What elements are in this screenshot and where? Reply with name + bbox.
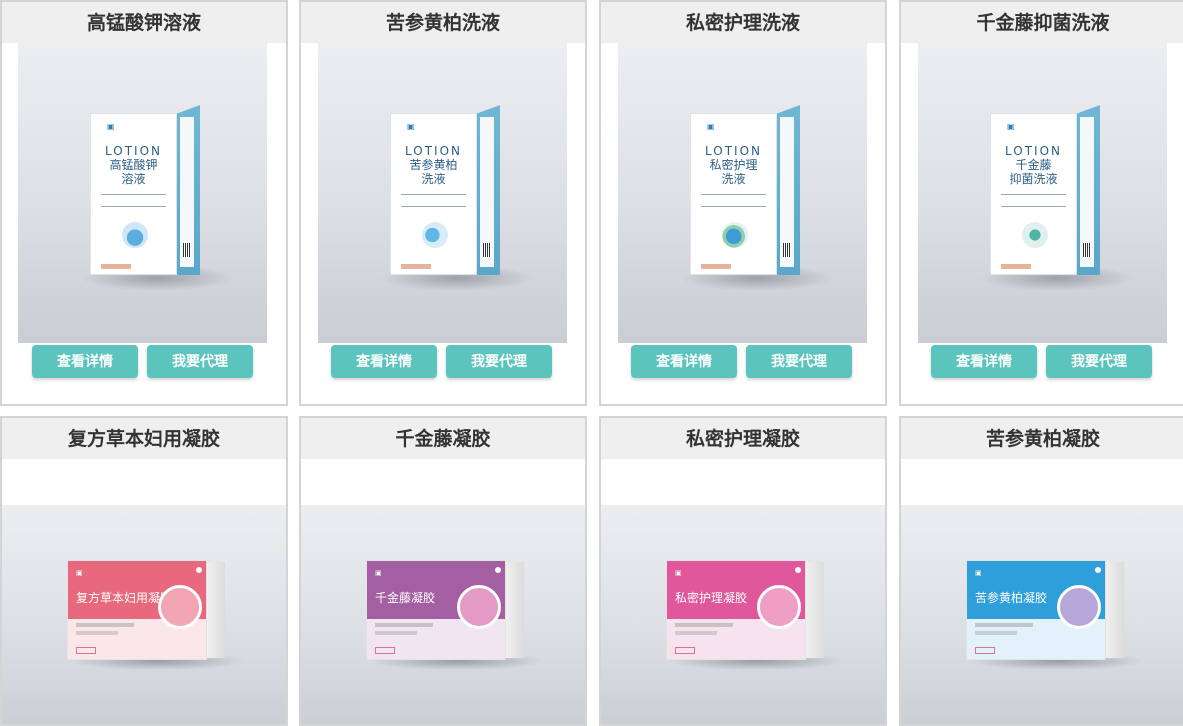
brand-logo-icon: ▣ bbox=[1007, 122, 1015, 131]
product-card-6: 千金藤凝胶 ▣ 千金藤凝胶 bbox=[299, 416, 587, 726]
product-card-4: 千金藤抑菌洗液 ▣ LOTION 千金藤 抑菌洗液 查看详情 我要代理 bbox=[899, 0, 1183, 406]
product-image[interactable]: ▣ 私密护理凝胶 bbox=[601, 505, 885, 724]
become-agent-button[interactable]: 我要代理 bbox=[746, 345, 852, 378]
barcode-icon bbox=[183, 243, 191, 257]
gel-box: ▣ 苦参黄柏凝胶 bbox=[966, 560, 1142, 670]
box-name-line2: 洗液 bbox=[421, 172, 446, 186]
product-image[interactable]: ▣ LOTION 苦参黄柏 洗液 bbox=[318, 43, 567, 343]
card-title: 千金藤凝胶 bbox=[301, 418, 585, 459]
product-image[interactable]: ▣ 复方草本妇用凝胶 bbox=[2, 505, 286, 724]
brand-logo-icon: ▣ bbox=[76, 569, 83, 577]
card-title: 苦参黄柏凝胶 bbox=[901, 418, 1183, 459]
box-name-line1: 苦参黄柏 bbox=[409, 158, 458, 172]
box-word: LOTION bbox=[705, 144, 762, 158]
card-title: 苦参黄柏洗液 bbox=[301, 2, 585, 43]
box-name: 私密护理凝胶 bbox=[675, 591, 748, 605]
box-word: LOTION bbox=[1005, 144, 1062, 158]
gel-box: ▣ 千金藤凝胶 bbox=[366, 560, 542, 670]
product-image[interactable]: ▣ 苦参黄柏凝胶 bbox=[901, 505, 1183, 724]
product-card-5: 复方草本妇用凝胶 ▣ 复方草本妇用凝胶 bbox=[0, 416, 288, 726]
brand-logo-icon: ▣ bbox=[707, 122, 715, 131]
brand-logo-icon: ▣ bbox=[975, 569, 982, 577]
box-name-line2: 溶液 bbox=[121, 172, 146, 186]
become-agent-button[interactable]: 我要代理 bbox=[1046, 345, 1152, 378]
box-name-line2: 抑菌洗液 bbox=[1009, 172, 1058, 186]
figure-icon bbox=[1022, 222, 1048, 248]
become-agent-button[interactable]: 我要代理 bbox=[147, 345, 253, 378]
product-image[interactable]: ▣ LOTION 私密护理 洗液 bbox=[618, 43, 867, 343]
product-card-3: 私密护理洗液 ▣ LOTION 私密护理 洗液 查看详情 我要代理 bbox=[599, 0, 887, 406]
product-image[interactable]: ▣ LOTION 千金藤 抑菌洗液 bbox=[918, 43, 1167, 343]
leaf-icon bbox=[422, 222, 448, 248]
box-word: LOTION bbox=[105, 144, 162, 158]
lotion-box: ▣ LOTION 千金藤 抑菌洗液 bbox=[990, 105, 1100, 275]
box-name-line1: 千金藤 bbox=[1015, 158, 1052, 172]
product-card-2: 苦参黄柏洗液 ▣ LOTION 苦参黄柏 洗液 查看详情 我要代理 bbox=[299, 0, 587, 406]
product-image[interactable]: ▣ 千金藤凝胶 bbox=[301, 505, 585, 724]
brand-logo-icon: ▣ bbox=[407, 122, 415, 131]
card-title: 高锰酸钾溶液 bbox=[2, 2, 286, 43]
brand-logo-icon: ▣ bbox=[675, 569, 682, 577]
barcode-icon bbox=[783, 243, 791, 257]
view-details-button[interactable]: 查看详情 bbox=[931, 345, 1037, 378]
water-drop-icon bbox=[122, 222, 148, 248]
figure-icon bbox=[722, 222, 748, 248]
lotion-box: ▣ LOTION 苦参黄柏 洗液 bbox=[390, 105, 500, 275]
woman-silhouette-icon bbox=[158, 585, 202, 629]
brand-logo-icon: ▣ bbox=[375, 569, 382, 577]
box-name-line1: 高锰酸钾 bbox=[109, 158, 158, 172]
product-card-8: 苦参黄柏凝胶 ▣ 苦参黄柏凝胶 bbox=[899, 416, 1183, 726]
barcode-icon bbox=[483, 243, 491, 257]
gel-box: ▣ 复方草本妇用凝胶 bbox=[67, 560, 243, 670]
woman-silhouette-icon bbox=[757, 585, 801, 629]
card-title: 私密护理凝胶 bbox=[601, 418, 885, 459]
barcode-icon bbox=[1083, 243, 1091, 257]
card-title: 复方草本妇用凝胶 bbox=[2, 418, 286, 459]
woman-silhouette-icon bbox=[1057, 585, 1101, 629]
box-word: LOTION bbox=[405, 144, 462, 158]
product-card-1: 高锰酸钾溶液 ▣ LOTION 高锰酸钾 溶液 查看详情 我要代理 bbox=[0, 0, 288, 406]
brand-logo-icon: ▣ bbox=[107, 122, 115, 131]
woman-silhouette-icon bbox=[457, 585, 501, 629]
lotion-box: ▣ LOTION 私密护理 洗液 bbox=[690, 105, 800, 275]
box-name: 千金藤凝胶 bbox=[375, 591, 436, 605]
view-details-button[interactable]: 查看详情 bbox=[32, 345, 138, 378]
view-details-button[interactable]: 查看详情 bbox=[631, 345, 737, 378]
product-image[interactable]: ▣ LOTION 高锰酸钾 溶液 bbox=[18, 43, 267, 343]
card-title: 私密护理洗液 bbox=[601, 2, 885, 43]
lotion-box: ▣ LOTION 高锰酸钾 溶液 bbox=[90, 105, 200, 275]
product-card-7: 私密护理凝胶 ▣ 私密护理凝胶 bbox=[599, 416, 887, 726]
gel-box: ▣ 私密护理凝胶 bbox=[666, 560, 842, 670]
become-agent-button[interactable]: 我要代理 bbox=[446, 345, 552, 378]
card-title: 千金藤抑菌洗液 bbox=[901, 2, 1183, 43]
box-name-line1: 私密护理 bbox=[709, 158, 758, 172]
box-name: 苦参黄柏凝胶 bbox=[975, 591, 1048, 605]
box-name-line2: 洗液 bbox=[721, 172, 746, 186]
view-details-button[interactable]: 查看详情 bbox=[331, 345, 437, 378]
